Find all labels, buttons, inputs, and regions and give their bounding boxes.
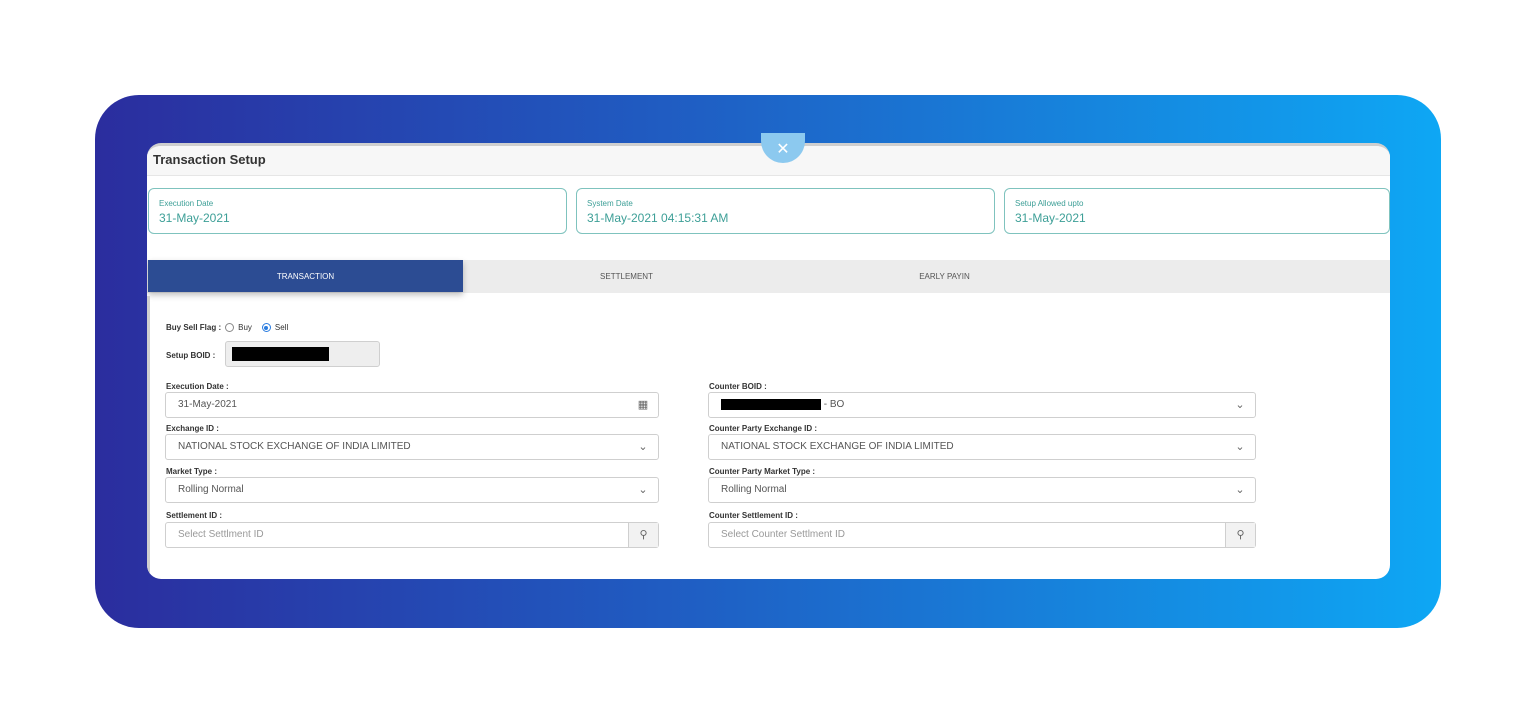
market-type-select[interactable]: Rolling Normal ⌄ <box>165 477 659 503</box>
chevron-down-icon: ⌄ <box>1235 484 1245 496</box>
tab-settlement[interactable]: SETTLEMENT <box>469 260 784 293</box>
counter-exchange-id-value: NATIONAL STOCK EXCHANGE OF INDIA LIMITED <box>721 441 954 452</box>
card-label: Setup Allowed upto <box>1015 199 1084 208</box>
execution-date-value: 31-May-2021 <box>178 399 237 410</box>
search-icon[interactable]: ⚲ <box>1225 523 1255 547</box>
counter-market-type-label: Counter Party Market Type : <box>709 467 816 476</box>
search-icon[interactable]: ⚲ <box>628 523 658 547</box>
execution-date-input[interactable]: 31-May-2021 ▦ <box>165 392 659 418</box>
buy-sell-flag: Buy Sell Flag : Buy Sell <box>166 323 288 332</box>
counter-settlement-id-label: Counter Settlement ID : <box>709 511 798 520</box>
card-value: 31-May-2021 <box>159 211 230 225</box>
exchange-id-label: Exchange ID : <box>166 424 219 433</box>
transaction-setup-panel: Transaction Setup Execution Date 31-May-… <box>147 143 1390 579</box>
chevron-down-icon: ⌄ <box>1235 399 1245 411</box>
exchange-id-select[interactable]: NATIONAL STOCK EXCHANGE OF INDIA LIMITED… <box>165 434 659 460</box>
settlement-id-placeholder: Select Settlment ID <box>178 529 264 540</box>
chevron-down-icon: ⌄ <box>1235 441 1245 453</box>
buy-option-label: Buy <box>238 323 252 332</box>
sell-option-label: Sell <box>274 323 289 332</box>
page-title: Transaction Setup <box>153 152 266 167</box>
calendar-icon[interactable]: ▦ <box>628 393 658 417</box>
exchange-id-value: NATIONAL STOCK EXCHANGE OF INDIA LIMITED <box>178 441 411 452</box>
setup-boid-label: Setup BOID : <box>166 351 216 360</box>
tab-bar: TRANSACTION SETTLEMENT EARLY PAYIN <box>147 260 1390 293</box>
redacted-value <box>232 347 329 361</box>
counter-boid-label: Counter BOID : <box>709 382 767 391</box>
settlement-id-input[interactable]: Select Settlment ID ⚲ <box>165 522 659 548</box>
card-value: 31-May-2021 <box>1015 211 1086 225</box>
counter-exchange-id-label: Counter Party Exchange ID : <box>709 424 818 433</box>
card-label: Execution Date <box>159 199 214 208</box>
execution-date-label: Execution Date : <box>166 382 229 391</box>
setup-boid-field[interactable] <box>225 341 380 367</box>
execution-date-card: Execution Date 31-May-2021 <box>148 188 567 234</box>
buy-sell-label: Buy Sell Flag : <box>166 323 222 332</box>
card-label: System Date <box>587 199 633 208</box>
redacted-value <box>721 398 821 410</box>
counter-boid-suffix: - BO <box>823 399 845 410</box>
buy-radio[interactable] <box>225 323 235 332</box>
chevron-down-icon: ⌄ <box>638 484 648 496</box>
tab-early-payin[interactable]: EARLY PAYIN <box>787 260 1102 293</box>
counter-exchange-id-select[interactable]: NATIONAL STOCK EXCHANGE OF INDIA LIMITED… <box>708 434 1256 460</box>
counter-settlement-id-input[interactable]: Select Counter Settlment ID ⚲ <box>708 522 1256 548</box>
chevron-down-icon: ⌄ <box>638 441 648 453</box>
counter-boid-select[interactable]: - BO ⌄ <box>708 392 1256 418</box>
tab-transaction[interactable]: TRANSACTION <box>148 260 463 292</box>
counter-market-type-value: Rolling Normal <box>721 484 787 495</box>
sell-radio[interactable] <box>261 323 271 332</box>
counter-market-type-select[interactable]: Rolling Normal ⌄ <box>708 477 1256 503</box>
market-type-label: Market Type : <box>166 467 217 476</box>
counter-settlement-id-placeholder: Select Counter Settlment ID <box>721 529 845 540</box>
system-date-card: System Date 31-May-2021 04:15:31 AM <box>576 188 995 234</box>
setup-allowed-card: Setup Allowed upto 31-May-2021 <box>1004 188 1390 234</box>
settlement-id-label: Settlement ID : <box>166 511 223 520</box>
card-value: 31-May-2021 04:15:31 AM <box>587 211 729 225</box>
market-type-value: Rolling Normal <box>178 484 244 495</box>
